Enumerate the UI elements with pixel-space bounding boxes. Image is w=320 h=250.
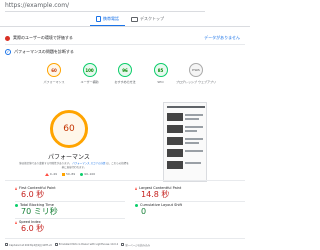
thumb-image (167, 113, 183, 121)
thumb-text (185, 162, 201, 164)
good-circle-icon (15, 203, 18, 207)
crux-no-data-link[interactable]: データがありません (204, 35, 240, 41)
legend-good: 90–100 (80, 172, 95, 176)
metric-value: 6.0 秒 (21, 224, 45, 233)
performance-big-gauge: 60 (50, 110, 88, 148)
metric-tbt: Total Blocking Time 70 ミリ秒 (15, 201, 125, 216)
metric-fcp: First Contentful Paint 6.0 秒 (15, 186, 125, 199)
thumb-header (167, 106, 205, 108)
circle-icon (80, 172, 84, 176)
thumb-text (185, 150, 203, 152)
calendar-icon (5, 243, 8, 246)
tab-desktop-label: デスクトップ (140, 16, 164, 21)
metrics-divider (5, 180, 245, 181)
thumb-image (167, 149, 183, 157)
thumb-image (167, 125, 183, 133)
score-label: SEO (157, 80, 164, 84)
footer-text: Captured at 2023年4月1日 GMT+9 (9, 243, 52, 247)
metric-divider (135, 201, 245, 202)
accessibility-gauge: 100 (82, 63, 97, 77)
diagnose-section: ✓ パフォーマンスの問題を診断する (5, 49, 245, 55)
section-divider (5, 44, 245, 45)
phone-icon (96, 16, 101, 22)
url-bar[interactable]: https://example.com/ (5, 2, 205, 10)
seo-gauge: 85 (153, 63, 168, 77)
score-label: プログレッシブ ウェブアプリ (176, 80, 216, 84)
thumb-text (185, 118, 199, 120)
performance-description: 値は推定値であり変動する可能性があります。 パフォーマンス スコアの計算 は、こ… (18, 162, 130, 169)
score-label: ユーザー補助 (80, 80, 99, 84)
score-performance[interactable]: 60 パフォーマンス (40, 63, 68, 93)
performance-title: パフォーマンス (48, 154, 90, 161)
score-seo[interactable]: 85 SEO (147, 63, 175, 93)
footer-item: Emulated Moto G Power with Lighthouse 10… (54, 243, 119, 246)
footer-item: Captured at 2023年4月1日 GMT+9 (5, 243, 52, 247)
metric-divider (15, 201, 125, 202)
metric-value: 6.0 秒 (21, 190, 45, 199)
url-text[interactable]: https://example.com/ (5, 2, 69, 10)
good-circle-icon (135, 203, 138, 207)
thumb-text (185, 138, 203, 140)
tab-mobile-label: 携帯電話 (103, 16, 119, 21)
thumb-text (185, 114, 203, 116)
triangle-icon (44, 172, 49, 176)
poor-triangle-icon (135, 186, 137, 190)
score-best-practices[interactable]: 96 おすすめの方法 (111, 63, 139, 93)
runtime-settings: Captured at 2023年4月1日 GMT+9 Emulated Mot… (0, 239, 250, 250)
desktop-icon (131, 16, 138, 22)
metric-divider (15, 218, 125, 219)
lab-check-icon: ✓ (5, 49, 11, 55)
thumb-image (167, 161, 183, 169)
score-pwa[interactable]: PWA プログレッシブ ウェブアプリ (176, 63, 216, 93)
poor-triangle-icon (15, 220, 17, 224)
score-legend: 0–49 50–89 90–100 (40, 172, 100, 176)
legend-label: 90–100 (84, 172, 96, 176)
device-tabs: 携帯電話 デスクトップ (90, 12, 200, 26)
crux-section[interactable]: 実際のユーザーの環境で評価する データがありません (5, 35, 245, 41)
best-practices-gauge: 96 (118, 63, 132, 77)
thumb-image (167, 137, 183, 145)
metric-cls: Cumulative Layout Shift 0 (135, 201, 245, 216)
tabs-divider (0, 26, 250, 27)
metric-value: 0 (141, 207, 147, 216)
thumb-text (185, 126, 203, 128)
performance-gauge: 60 (47, 63, 61, 77)
metric-value: 14.8 秒 (141, 190, 170, 199)
tab-desktop[interactable]: デスクトップ (125, 12, 170, 26)
legend-label: 0–49 (49, 172, 58, 176)
footer-text: 単一ページの読み込み (125, 243, 151, 247)
people-icon (5, 35, 10, 41)
thumb-text (185, 130, 197, 132)
metric-value: 70 ミリ秒 (21, 207, 58, 216)
legend-label: 50–89 (66, 172, 76, 176)
page-screenshot-thumbnail[interactable] (163, 102, 207, 182)
metric-lcp: Largest Contentful Paint 14.8 秒 (135, 186, 245, 199)
metric-label: Cumulative Layout Shift (140, 203, 183, 207)
crux-title: 実際のユーザーの環境で評価する (13, 35, 73, 40)
square-icon (62, 172, 66, 176)
diagnose-title: パフォーマンスの問題を診断する (14, 49, 74, 54)
legend-poor: 0–49 (44, 172, 58, 176)
footer-text: Emulated Moto G Power with Lighthouse 10… (58, 243, 119, 246)
footer-item: 単一ページの読み込み (121, 243, 150, 247)
poor-triangle-icon (15, 186, 17, 190)
tab-mobile[interactable]: 携帯電話 (90, 12, 125, 26)
score-label: おすすめの方法 (114, 80, 136, 84)
score-accessibility[interactable]: 100 ユーザー補助 (76, 63, 104, 93)
score-label: パフォーマンス (43, 80, 65, 84)
pwa-gauge: PWA (189, 63, 203, 77)
thumb-text (185, 142, 199, 144)
device-icon (54, 243, 58, 246)
metric-si: Speed Index 6.0 秒 (15, 218, 125, 233)
category-scores: 60 パフォーマンス 100 ユーザー補助 96 おすすめの方法 85 SEO … (40, 63, 216, 93)
legend-average: 50–89 (62, 172, 75, 176)
timer-icon (121, 243, 125, 246)
